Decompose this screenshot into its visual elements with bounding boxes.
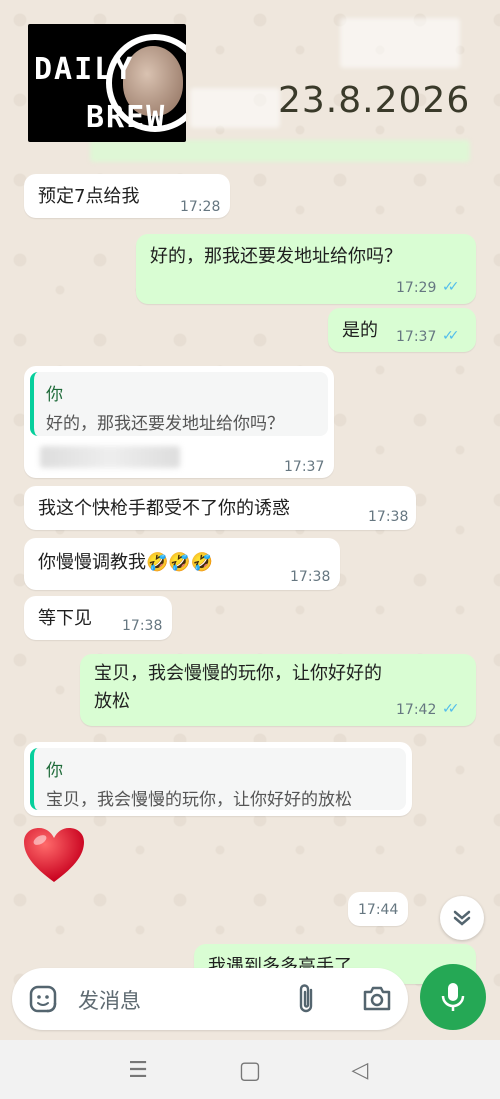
- message-text: 是的: [342, 320, 378, 341]
- sticker-icon[interactable]: [28, 984, 58, 1014]
- logo-line1: DAILY: [34, 52, 135, 87]
- home-icon: ▢: [238, 1056, 262, 1084]
- message-time: 17:38: [290, 569, 331, 585]
- message-text: 等下见: [38, 608, 92, 629]
- back-button[interactable]: ◁: [346, 1056, 374, 1084]
- message-text-line1: 宝贝，我会慢慢的玩你，让你好好的: [94, 663, 382, 684]
- quoted-message[interactable]: 你 好的，那我还要发地址给你吗？: [30, 372, 328, 436]
- mic-icon: [441, 983, 465, 1011]
- message-text: 预定7点给我: [38, 186, 140, 207]
- read-receipt-icon: ✓✓: [442, 701, 460, 717]
- date-stamp: 23.8.2026: [278, 80, 471, 121]
- voice-message-button[interactable]: [420, 964, 486, 1030]
- quote-sender: 你: [46, 385, 63, 405]
- message-time: 17:38: [368, 509, 409, 525]
- message-time: 17:37: [284, 459, 325, 475]
- menu-icon: ☰: [128, 1057, 148, 1083]
- message-text: 你慢慢调教我🤣🤣🤣: [38, 552, 214, 573]
- read-receipt-icon: ✓✓: [442, 328, 460, 344]
- chevron-double-down-icon: [453, 910, 471, 926]
- message-composer[interactable]: 发消息: [12, 968, 408, 1030]
- message-time: 17:28: [180, 199, 221, 215]
- camera-icon[interactable]: [362, 984, 392, 1012]
- message-time: 17:44: [358, 902, 399, 918]
- message-text: 我这个快枪手都受不了你的诱惑: [38, 498, 290, 519]
- quoted-message[interactable]: 你 宝贝，我会慢慢的玩你，让你好好的放松: [30, 748, 406, 810]
- message-text: 好的，那我还要发地址给你吗？: [150, 246, 402, 267]
- time-chip: 17:44: [348, 892, 408, 926]
- quote-text: 宝贝，我会慢慢的玩你，让你好好的放松: [46, 790, 352, 810]
- back-icon: ◁: [351, 1057, 369, 1083]
- message-time: 17:42: [396, 702, 437, 718]
- system-navigation-bar: ☰ ▢ ◁: [0, 1040, 500, 1099]
- heart-emoji-icon: [24, 828, 84, 882]
- read-receipt-icon: ✓✓: [442, 279, 460, 295]
- blurred-reply-text: [40, 446, 180, 468]
- daily-brew-logo: DAILY BREW: [28, 24, 186, 142]
- quote-sender: 你: [46, 761, 63, 781]
- scroll-to-bottom-button[interactable]: [440, 896, 484, 940]
- message-time: 17:29: [396, 280, 437, 296]
- logo-line2: BREW: [86, 100, 167, 135]
- message-time: 17:38: [122, 618, 163, 634]
- blurred-header-area-right: [340, 18, 460, 68]
- quote-text: 好的，那我还要发地址给你吗？: [46, 414, 284, 434]
- recent-apps-button[interactable]: ☰: [124, 1056, 152, 1084]
- blurred-header-area: [190, 88, 280, 128]
- message-time: 17:37: [396, 329, 437, 345]
- blurred-bubble-top: [90, 140, 470, 162]
- home-button[interactable]: ▢: [236, 1056, 264, 1084]
- message-input-placeholder[interactable]: 发消息: [78, 985, 141, 1015]
- paperclip-icon[interactable]: [296, 982, 318, 1016]
- message-bubble-incoming[interactable]: 我这个快枪手都受不了你的诱惑: [24, 486, 416, 530]
